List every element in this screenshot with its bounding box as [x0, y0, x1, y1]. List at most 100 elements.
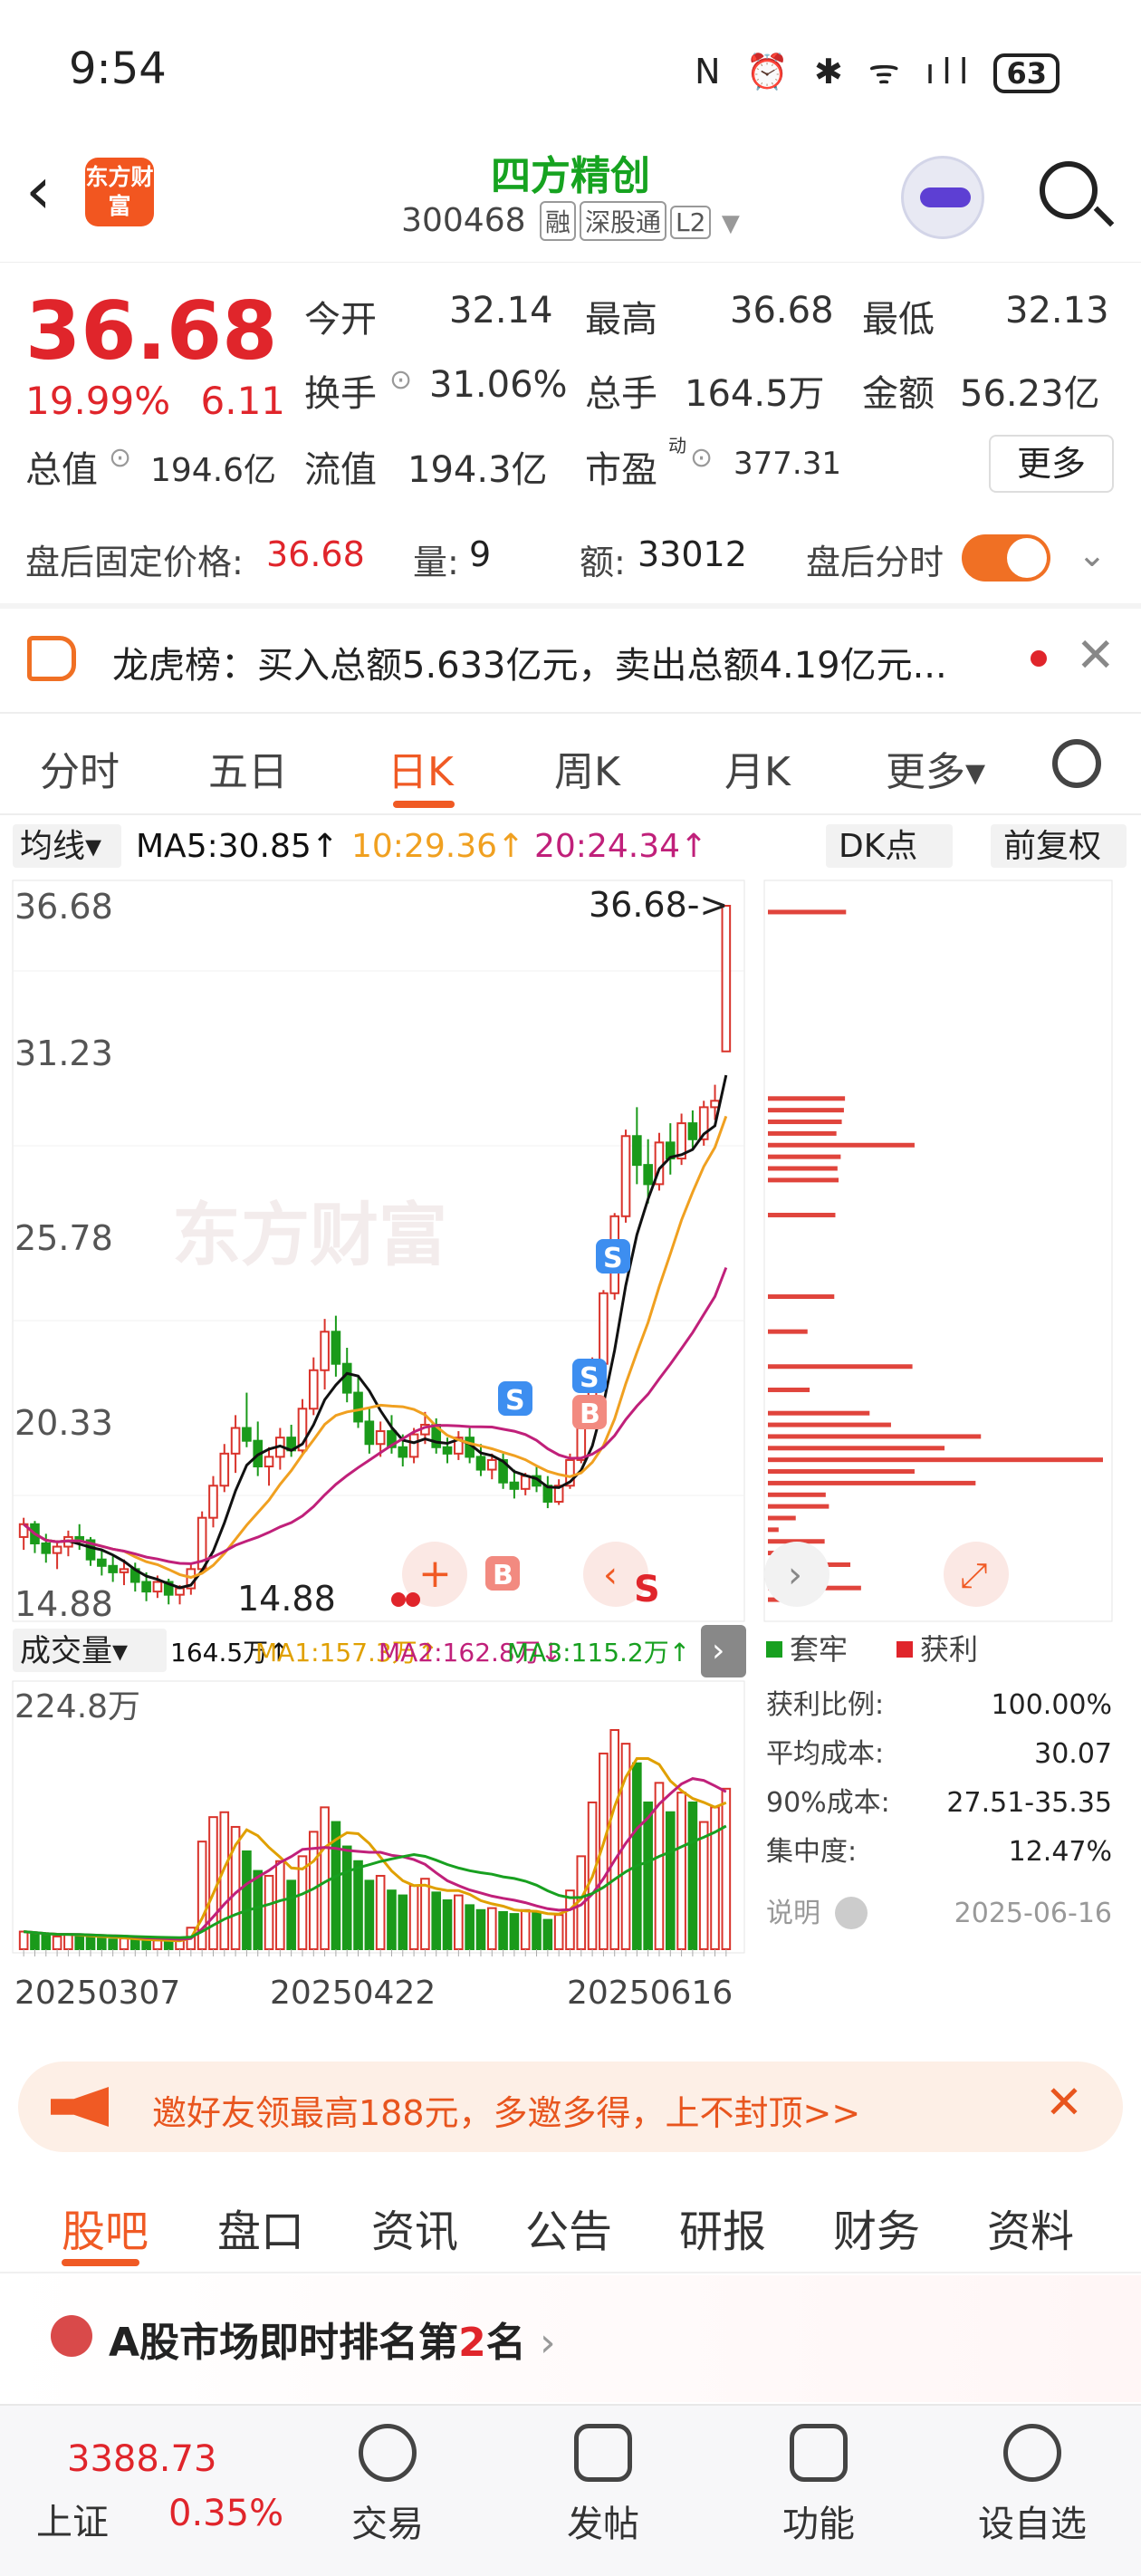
date-tick: 20250422: [270, 1975, 436, 2012]
volume-bar: [710, 1806, 720, 1951]
chip-bar: [768, 1469, 915, 1475]
tab-announcements[interactable]: 公告: [525, 2196, 612, 2259]
nav-add-watchlist[interactable]: 设自选: [969, 2424, 1096, 2547]
volume-value: 164.5万: [685, 373, 825, 415]
profit-ratio-label: 获利比例:: [766, 1689, 884, 1721]
chip-bar: [768, 1504, 829, 1509]
ah-amt: 33012: [638, 534, 747, 574]
chip-bar: [768, 1527, 779, 1533]
chip-note[interactable]: 说明: [766, 1898, 820, 1929]
nav-trade[interactable]: 交易: [324, 2424, 451, 2547]
invite-banner[interactable]: 邀好友领最高188元，多邀多得，上不封顶>> ✕: [18, 2062, 1123, 2152]
candle-body: [308, 1369, 319, 1410]
buy-marker-letter: B: [493, 1560, 513, 1591]
info-circle-icon[interactable]: ⊙: [109, 442, 131, 474]
search-icon[interactable]: [1040, 161, 1098, 219]
nav-functions[interactable]: 功能: [755, 2424, 882, 2547]
chip-bar: [768, 1457, 1103, 1463]
active-tab-underline: [62, 2259, 139, 2266]
tab-monthly-k[interactable]: 月K: [724, 739, 791, 797]
chip-bar: [768, 1434, 982, 1439]
profit-legend: 获利: [920, 1632, 978, 1667]
turnover-value: 31.06%: [429, 364, 568, 406]
tab-more[interactable]: 更多▾: [886, 739, 985, 797]
volume-bar: [97, 1937, 107, 1951]
volume-bar: [163, 1940, 174, 1951]
open-label: 今开: [304, 299, 377, 341]
info-circle-icon[interactable]: ⊙: [389, 364, 412, 396]
candle-body: [408, 1433, 419, 1458]
candle-body: [710, 1100, 720, 1109]
price-tick: 14.88: [14, 1584, 113, 1624]
chip-bar: [768, 1446, 945, 1451]
tab-guba[interactable]: 股吧: [62, 2196, 149, 2259]
mktcap-value: 194.6亿: [150, 452, 277, 489]
invite-text: 邀好友领最高188元，多邀多得，上不封顶>>: [152, 2093, 861, 2133]
ma5-readout: MA5:30.85↑: [136, 828, 339, 865]
tab-research[interactable]: 研报: [679, 2196, 766, 2259]
sell-marker-letter: S: [603, 1243, 623, 1274]
candle-body: [141, 1581, 151, 1593]
tab-daily-k[interactable]: 日K: [388, 739, 454, 797]
volume-bar: [353, 1860, 363, 1950]
candle-body: [331, 1331, 341, 1365]
close-icon[interactable]: ✕: [1076, 629, 1116, 683]
volume-bar: [676, 1792, 686, 1950]
volume-bar: [475, 1908, 486, 1951]
dropdown-triangle-icon[interactable]: ▼: [722, 210, 740, 237]
volume-bar: [542, 1918, 553, 1950]
tab-five-day[interactable]: 五日: [208, 739, 288, 797]
volume-bar: [41, 1934, 52, 1950]
more-button[interactable]: 更多: [989, 435, 1114, 493]
watermark: 东方财富: [172, 1195, 447, 1275]
dk-label: DK点: [839, 828, 917, 865]
volume-bar: [721, 1787, 732, 1950]
change-abs: 6.11: [200, 379, 286, 423]
tab-weekly-k[interactable]: 周K: [554, 739, 620, 797]
info-icon[interactable]: [835, 1897, 868, 1929]
tab-intraday[interactable]: 分时: [40, 739, 120, 797]
chip-bar: [768, 1387, 810, 1392]
info-circle-icon[interactable]: ⊙: [690, 442, 713, 474]
ma10-line: [23, 1115, 728, 1580]
candle-body: [242, 1427, 252, 1442]
chevron-down-icon[interactable]: ⌄: [1078, 534, 1107, 574]
chip-bar: [768, 909, 847, 915]
close-icon[interactable]: ✕: [1045, 2076, 1083, 2129]
price-tick: 36.68: [14, 887, 113, 927]
trade-signal-markers[interactable]: S S S B B: [485, 1239, 630, 1591]
candle-body: [520, 1475, 531, 1490]
cost90: 27.51-35.35: [946, 1787, 1112, 1819]
tab-finance[interactable]: 财务: [833, 2196, 920, 2259]
tab-pankou[interactable]: 盘口: [217, 2196, 304, 2259]
volume-bar: [609, 1729, 620, 1950]
kline-svg[interactable]: 均线▾ MA5:30.85↑ 10:29.36↑ 20:24.34↑ DK点 前…: [0, 815, 1141, 2047]
more-dots-icon: [1003, 2424, 1061, 2482]
volume-bar: [275, 1860, 285, 1950]
price-tick: 25.78: [14, 1218, 113, 1258]
tab-profile[interactable]: 资料: [987, 2196, 1074, 2259]
ah-timeshare-toggle[interactable]: [962, 534, 1050, 582]
active-tab-underline: [393, 801, 455, 808]
nav-post[interactable]: 发帖: [540, 2424, 666, 2547]
market-rank-row[interactable]: A股市场即时排名第2名 ›: [0, 2275, 1141, 2402]
price-change: 19.99% 6.11: [25, 379, 285, 423]
assistant-robot-icon[interactable]: [901, 156, 984, 239]
clock: 9:54: [69, 43, 167, 94]
kline-chart[interactable]: 均线▾ MA5:30.85↑ 10:29.36↑ 20:24.34↑ DK点 前…: [0, 815, 1141, 2047]
ah-amt-label: 额:: [580, 543, 626, 582]
high-label: 最高: [585, 299, 657, 341]
high-value: 36.68: [730, 290, 834, 332]
kline-period-tabs: 分时 五日 日K 周K 月K 更多▾: [0, 716, 1141, 815]
candle-body: [175, 1587, 185, 1596]
index-name[interactable]: 上证: [36, 2493, 109, 2545]
index-value[interactable]: 3388.73: [67, 2438, 216, 2480]
volume-bar: [486, 1907, 497, 1950]
speaker-icon: [27, 636, 76, 681]
candle-body: [475, 1456, 486, 1471]
gear-icon[interactable]: [1052, 739, 1101, 788]
tab-news[interactable]: 资讯: [371, 2196, 458, 2259]
dragon-tiger-notice[interactable]: 龙虎榜：买入总额5.633亿元，卖出总额4.19亿元... ✕: [0, 609, 1141, 714]
avg-cost-label: 平均成本:: [766, 1738, 884, 1770]
index-pct[interactable]: 0.35%: [168, 2493, 283, 2534]
